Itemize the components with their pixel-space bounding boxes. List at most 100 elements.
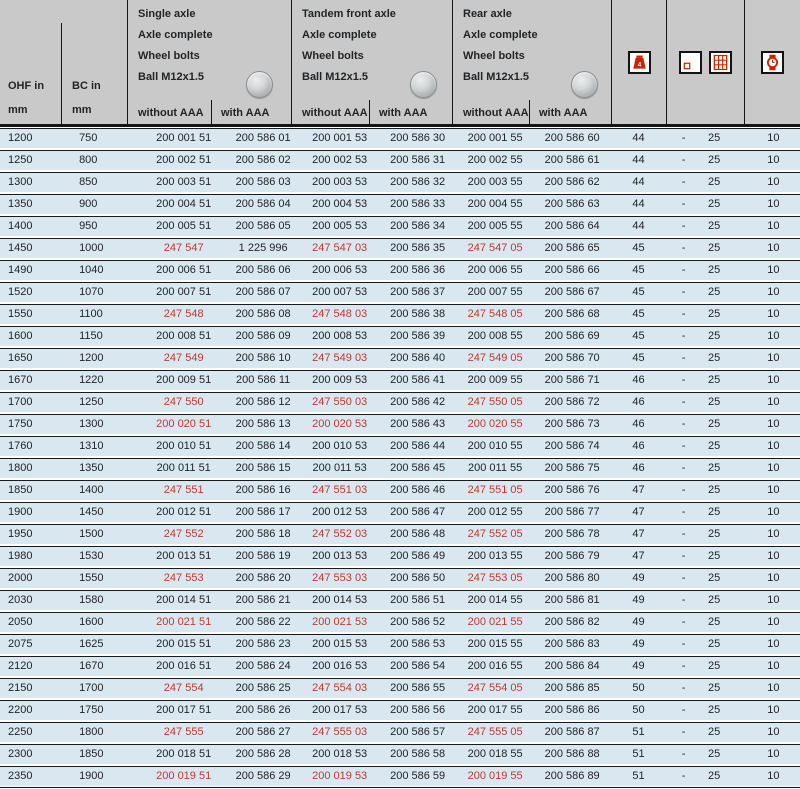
cell-time: 10 — [747, 701, 800, 720]
cell-tandem-without-aaa: 247 552 03 — [302, 525, 378, 544]
cell-tandem-without-aaa: 200 001 53 — [302, 129, 378, 148]
cell-tandem-without-aaa: 200 007 53 — [302, 283, 378, 302]
cell-rear-with-aaa: 200 586 68 — [532, 305, 611, 324]
cell-pack-qty: 25 — [702, 151, 747, 170]
cell-dash: - — [665, 657, 702, 676]
cell-weight: 47 — [612, 525, 665, 544]
cell-pack-qty: 25 — [702, 129, 747, 148]
cell-single-without-aaa: 200 019 51 — [143, 767, 224, 786]
cell-pack-qty: 25 — [702, 503, 747, 522]
table-row: 22001750200 017 51200 586 26200 017 5320… — [0, 700, 800, 720]
group-title: Tandem front axle — [302, 4, 452, 25]
cell-weight: 49 — [612, 613, 665, 632]
table-row: 18001350200 011 51200 586 15200 011 5320… — [0, 458, 800, 478]
cell-bc: 1450 — [68, 503, 143, 522]
cell-rear-with-aaa: 200 586 72 — [532, 393, 611, 412]
cell-rear-without-aaa: 247 547 05 — [458, 239, 533, 258]
cell-ohf: 1980 — [0, 547, 68, 566]
cell-bc: 1300 — [68, 415, 143, 434]
cell-ohf: 1600 — [0, 327, 68, 346]
cell-dash: - — [665, 481, 702, 500]
cell-pack-qty: 25 — [702, 305, 747, 324]
cell-pack-qty: 25 — [702, 173, 747, 192]
cell-dash: - — [665, 503, 702, 522]
cell-single-with-aaa: 200 586 08 — [224, 305, 302, 324]
cell-weight: 51 — [612, 723, 665, 742]
cell-single-with-aaa: 200 586 02 — [224, 151, 302, 170]
cell-rear-with-aaa: 200 586 89 — [532, 767, 611, 786]
group-title: Rear axle — [463, 4, 611, 25]
table-row: 16701220200 009 51200 586 11200 009 5320… — [0, 370, 800, 390]
group-line: Wheel bolts — [302, 46, 452, 67]
cell-bc: 950 — [68, 217, 143, 236]
cell-tandem-without-aaa: 200 004 53 — [302, 195, 378, 214]
table-header: OHF in mm BC in mm Single axle Axle comp… — [0, 0, 800, 127]
watch-icon — [761, 51, 784, 74]
cell-pack-qty: 25 — [702, 745, 747, 764]
cell-bc: 1100 — [68, 305, 143, 324]
single-axle-subheader: without AAA with AAA — [128, 100, 291, 124]
cell-bc: 1070 — [68, 283, 143, 302]
cell-ohf: 1850 — [0, 481, 68, 500]
cell-rear-with-aaa: 200 586 70 — [532, 349, 611, 368]
cell-bc: 1400 — [68, 481, 143, 500]
group-line: Axle complete — [302, 25, 452, 46]
table-row: 21501700247 554200 586 25247 554 03200 5… — [0, 678, 800, 698]
cell-rear-without-aaa: 200 001 55 — [458, 129, 533, 148]
cell-time: 10 — [747, 239, 800, 258]
cell-bc: 1800 — [68, 723, 143, 742]
subheader-without-aaa: without AAA — [128, 100, 212, 124]
cell-dash: - — [665, 679, 702, 698]
cell-single-with-aaa: 1 225 996 — [224, 239, 302, 258]
hubcap-icon — [571, 71, 598, 98]
cell-single-without-aaa: 247 554 — [143, 679, 224, 698]
cell-bc: 1040 — [68, 261, 143, 280]
cell-time: 10 — [747, 349, 800, 368]
cell-ohf: 2300 — [0, 745, 68, 764]
cell-rear-with-aaa: 200 586 64 — [532, 217, 611, 236]
cell-rear-with-aaa: 200 586 69 — [532, 327, 611, 346]
bc-label-line2: mm — [72, 98, 101, 122]
cell-time: 10 — [747, 327, 800, 346]
svg-text:4: 4 — [637, 61, 641, 68]
cell-dash: - — [665, 591, 702, 610]
cell-tandem-with-aaa: 200 586 36 — [377, 261, 457, 280]
cell-rear-with-aaa: 200 586 81 — [532, 591, 611, 610]
cell-dash: - — [665, 415, 702, 434]
cell-dash: - — [665, 525, 702, 544]
cell-tandem-without-aaa: 200 003 53 — [302, 173, 378, 192]
cell-rear-without-aaa: 200 015 55 — [458, 635, 533, 654]
cell-single-with-aaa: 200 586 22 — [224, 613, 302, 632]
table-row: 23001850200 018 51200 586 28200 018 5320… — [0, 744, 800, 764]
cell-bc: 1900 — [68, 767, 143, 786]
cell-single-with-aaa: 200 586 23 — [224, 635, 302, 654]
cell-tandem-with-aaa: 200 586 45 — [377, 459, 457, 478]
cell-time: 10 — [747, 525, 800, 544]
table-row: 17501300200 020 51200 586 13200 020 5320… — [0, 414, 800, 434]
cell-single-without-aaa: 200 010 51 — [143, 437, 224, 456]
cell-rear-without-aaa: 200 016 55 — [458, 657, 533, 676]
hubcap-icon — [246, 71, 273, 98]
cell-weight: 47 — [612, 481, 665, 500]
cell-time: 10 — [747, 437, 800, 456]
cell-pack-qty: 25 — [702, 261, 747, 280]
table-row: 23501900200 019 51200 586 29200 019 5320… — [0, 766, 800, 786]
cell-rear-without-aaa: 200 017 55 — [458, 701, 533, 720]
cell-time: 10 — [747, 613, 800, 632]
cell-rear-with-aaa: 200 586 84 — [532, 657, 611, 676]
bc-label-line1: BC in — [72, 74, 101, 98]
cell-single-with-aaa: 200 586 13 — [224, 415, 302, 434]
cell-ohf: 1760 — [0, 437, 68, 456]
cell-pack-qty: 25 — [702, 569, 747, 588]
cell-rear-with-aaa: 200 586 79 — [532, 547, 611, 566]
cell-time: 10 — [747, 173, 800, 192]
cell-single-with-aaa: 200 586 24 — [224, 657, 302, 676]
cell-ohf: 1670 — [0, 371, 68, 390]
cell-ohf: 1450 — [0, 239, 68, 258]
cell-weight: 45 — [612, 305, 665, 324]
cell-tandem-without-aaa: 200 005 53 — [302, 217, 378, 236]
table-row: 18501400247 551200 586 16247 551 03200 5… — [0, 480, 800, 500]
cell-bc: 1850 — [68, 745, 143, 764]
cell-single-with-aaa: 200 586 03 — [224, 173, 302, 192]
cell-single-with-aaa: 200 586 17 — [224, 503, 302, 522]
